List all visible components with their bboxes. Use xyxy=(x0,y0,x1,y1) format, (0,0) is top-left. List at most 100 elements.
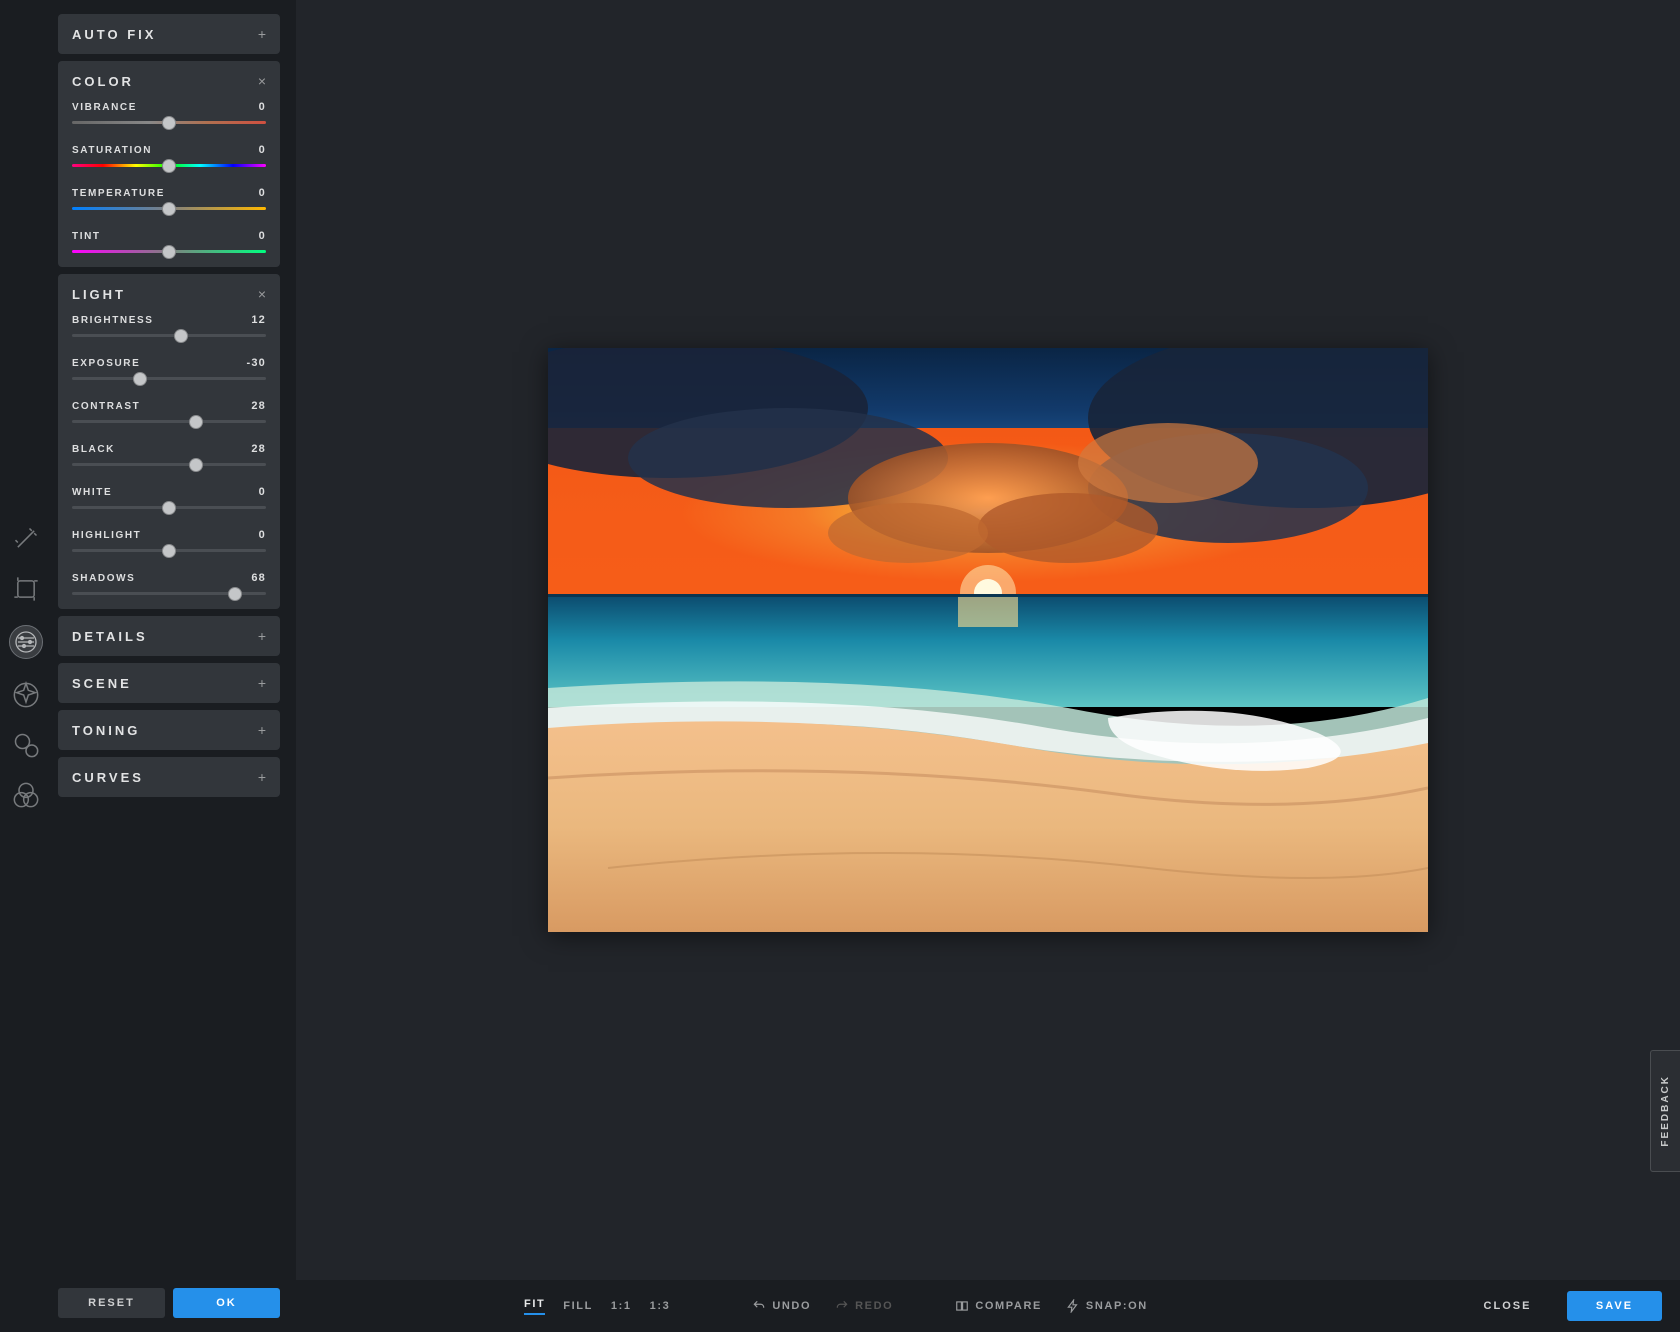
slider-thumb[interactable] xyxy=(228,587,242,601)
slider-label: Contrast xyxy=(72,401,140,412)
slider-thumb[interactable] xyxy=(174,329,188,343)
slider-thumb[interactable] xyxy=(162,245,176,259)
compare-label: Compare xyxy=(975,1300,1042,1312)
panel-body-color: Vibrance0Saturation0Temperature0Tint0 xyxy=(58,101,280,267)
compare-button[interactable]: Compare xyxy=(955,1299,1042,1313)
slider-track[interactable] xyxy=(72,334,266,337)
slider-label: White xyxy=(72,487,112,498)
panel-header-auto-fix[interactable]: Auto Fix + xyxy=(58,14,280,54)
view-actions: Compare Snap:On xyxy=(955,1299,1148,1313)
close-button[interactable]: Close xyxy=(1460,1291,1555,1321)
slider-value: 0 xyxy=(259,529,266,541)
panel-scene: Scene + xyxy=(58,663,280,703)
slider-track[interactable] xyxy=(72,121,266,124)
zoom-fit[interactable]: Fit xyxy=(524,1298,545,1315)
slider-value: 68 xyxy=(251,572,266,584)
expand-icon[interactable]: + xyxy=(258,769,266,785)
feedback-label: Feedback xyxy=(1660,1075,1671,1147)
slider-value: 0 xyxy=(259,144,266,156)
effects-icon[interactable] xyxy=(12,681,40,709)
sidebar-footer: Reset OK xyxy=(52,1278,286,1332)
panel-title: Auto Fix xyxy=(72,27,156,42)
expand-icon[interactable]: + xyxy=(258,722,266,738)
panel-title: Color xyxy=(72,74,134,89)
history-controls: Undo Redo xyxy=(752,1299,893,1313)
slider-vibrance: Vibrance 0 xyxy=(72,101,266,124)
undo-button[interactable]: Undo xyxy=(752,1299,811,1313)
ok-button[interactable]: OK xyxy=(173,1288,280,1318)
image-preview xyxy=(548,348,1428,932)
crop-icon[interactable] xyxy=(12,575,40,603)
expand-icon[interactable]: + xyxy=(258,628,266,644)
slider-value: 28 xyxy=(251,443,266,455)
expand-icon[interactable]: + xyxy=(258,26,266,42)
slider-thumb[interactable] xyxy=(162,501,176,515)
collapse-icon[interactable]: × xyxy=(258,286,266,302)
slider-brightness: Brightness 12 xyxy=(72,314,266,337)
slider-label: Vibrance xyxy=(72,102,137,113)
slider-track[interactable] xyxy=(72,164,266,167)
snap-toggle[interactable]: Snap:On xyxy=(1066,1299,1148,1313)
adjust-sidebar: Auto Fix + Color × Vibrance0Saturation0T… xyxy=(52,14,286,1332)
panel-header-details[interactable]: Details + xyxy=(58,616,280,656)
panel-light: Light × Brightness 12 Exposure -30 Contrast 2… xyxy=(58,274,280,609)
redo-icon xyxy=(835,1299,849,1313)
slider-value: 0 xyxy=(259,101,266,113)
slider-thumb[interactable] xyxy=(162,544,176,558)
shapes-icon[interactable] xyxy=(12,731,40,759)
expand-icon[interactable]: + xyxy=(258,675,266,691)
slider-highlight: Highlight 0 xyxy=(72,529,266,552)
panel-toning: Toning + xyxy=(58,710,280,750)
slider-value: 0 xyxy=(259,486,266,498)
save-button[interactable]: Save xyxy=(1567,1291,1662,1321)
panel-header-curves[interactable]: Curves + xyxy=(58,757,280,797)
slider-shadows: Shadows 68 xyxy=(72,572,266,595)
panel-header-toning[interactable]: Toning + xyxy=(58,710,280,750)
slider-track[interactable] xyxy=(72,463,266,466)
panel-title: Curves xyxy=(72,770,144,785)
panel-details: Details + xyxy=(58,616,280,656)
panel-header-scene[interactable]: Scene + xyxy=(58,663,280,703)
snap-label: Snap:On xyxy=(1086,1300,1148,1312)
zoom-1-3[interactable]: 1:3 xyxy=(650,1300,671,1312)
slider-track[interactable] xyxy=(72,549,266,552)
tool-rail xyxy=(0,0,52,1332)
reset-button[interactable]: Reset xyxy=(58,1288,165,1318)
slider-value: -30 xyxy=(247,357,267,369)
slider-track[interactable] xyxy=(72,506,266,509)
slider-track[interactable] xyxy=(72,592,266,595)
slider-label: Shadows xyxy=(72,573,135,584)
slider-label: Exposure xyxy=(72,358,140,369)
bottom-bar: Fit Fill 1:1 1:3 Undo Redo Compare Snap:… xyxy=(296,1280,1680,1332)
magic-wand-icon[interactable] xyxy=(12,525,40,553)
panel-header-color[interactable]: Color × xyxy=(58,61,280,101)
slider-value: 0 xyxy=(259,230,266,242)
filters-icon[interactable] xyxy=(12,781,40,809)
slider-value: 12 xyxy=(251,314,266,326)
zoom-1-1[interactable]: 1:1 xyxy=(611,1300,632,1312)
slider-thumb[interactable] xyxy=(162,159,176,173)
panel-auto-fix: Auto Fix + xyxy=(58,14,280,54)
slider-track[interactable] xyxy=(72,207,266,210)
panel-title: Scene xyxy=(72,676,132,691)
slider-thumb[interactable] xyxy=(189,415,203,429)
slider-thumb[interactable] xyxy=(162,116,176,130)
panel-color: Color × Vibrance0Saturation0Temperature0… xyxy=(58,61,280,267)
collapse-icon[interactable]: × xyxy=(258,73,266,89)
slider-thumb[interactable] xyxy=(133,372,147,386)
slider-track[interactable] xyxy=(72,250,266,253)
slider-track[interactable] xyxy=(72,377,266,380)
feedback-tab[interactable]: Feedback xyxy=(1650,1050,1680,1172)
slider-label: Highlight xyxy=(72,530,141,541)
adjust-icon[interactable] xyxy=(9,625,43,659)
slider-thumb[interactable] xyxy=(189,458,203,472)
slider-thumb[interactable] xyxy=(162,202,176,216)
slider-track[interactable] xyxy=(72,420,266,423)
panel-title: Toning xyxy=(72,723,140,738)
panel-curves: Curves + xyxy=(58,757,280,797)
panel-header-light[interactable]: Light × xyxy=(58,274,280,314)
zoom-controls: Fit Fill 1:1 1:3 xyxy=(524,1298,670,1315)
zoom-fill[interactable]: Fill xyxy=(563,1300,593,1312)
canvas-area[interactable] xyxy=(296,0,1680,1280)
slider-label: Brightness xyxy=(72,315,154,326)
